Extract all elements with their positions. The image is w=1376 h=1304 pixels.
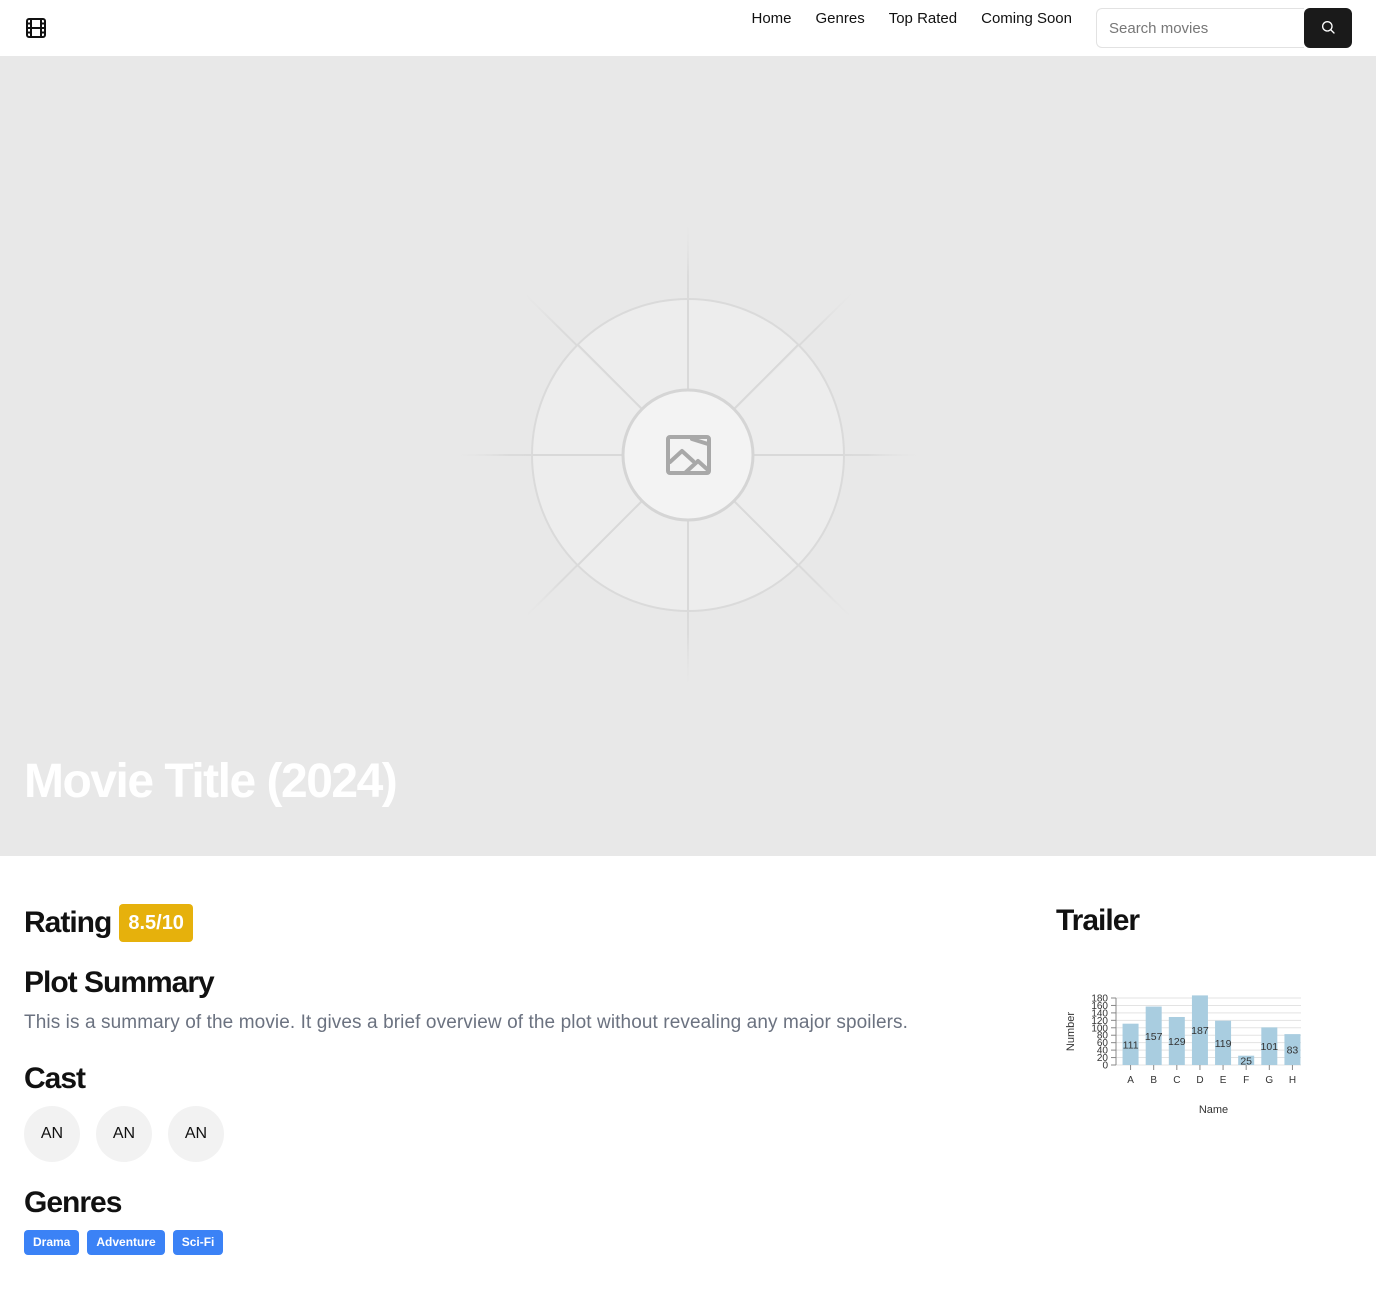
search-form (1096, 8, 1352, 48)
cast-avatar[interactable]: AN (168, 1106, 224, 1162)
bar-value-label: 101 (1261, 1041, 1279, 1053)
cast-avatar[interactable]: AN (24, 1106, 80, 1162)
x-tick-label: F (1243, 1075, 1249, 1086)
y-tick-label: 180 (1091, 994, 1108, 1005)
bar-chart-svg: 020406080100120140160180111A157B129C187D… (1065, 994, 1301, 1116)
bar-value-label: 157 (1145, 1031, 1163, 1043)
trailer-bar-chart: 0 20 40 60 80 100 120 140 160 180 111 A 157 B 129 C 187 D… (1056, 988, 1316, 1128)
trailer-heading: Trailer (1056, 904, 1140, 937)
genres-heading: Genres (24, 1186, 122, 1219)
x-tick-label: E (1220, 1075, 1227, 1086)
main-nav: Home Genres Top Rated Coming Soon (752, 8, 1073, 28)
plot-summary-heading: Plot Summary (24, 966, 215, 999)
cast-list: AN AN AN (24, 1106, 224, 1162)
genre-chip-drama[interactable]: Drama (24, 1230, 80, 1255)
x-tick-label: D (1196, 1075, 1203, 1086)
x-axis-label: Name (1199, 1104, 1228, 1116)
nav-genres-link[interactable]: Genres (816, 10, 865, 27)
top-navbar: Home Genres Top Rated Coming Soon (0, 0, 1376, 56)
y-axis-label: Number (1065, 1012, 1077, 1051)
genre-list: Drama Adventure Sci-Fi (24, 1230, 224, 1255)
search-icon (1320, 19, 1336, 38)
image-placeholder (460, 226, 916, 684)
x-tick-label: G (1265, 1075, 1273, 1086)
x-tick-label: B (1150, 1075, 1157, 1086)
cast-heading: Cast (24, 1062, 86, 1095)
x-tick-label: A (1127, 1075, 1134, 1086)
genre-chip-sci-fi[interactable]: Sci-Fi (172, 1230, 224, 1255)
search-button[interactable] (1304, 8, 1352, 48)
rating-heading: Rating (24, 906, 112, 939)
genre-chip-adventure[interactable]: Adventure (87, 1230, 165, 1255)
cast-avatar[interactable]: AN (96, 1106, 152, 1162)
plot-summary-text: This is a summary of the movie. It gives… (24, 1012, 909, 1033)
hero-banner: Movie Title (2024) (0, 56, 1376, 856)
movie-title: Movie Title (2024) (24, 755, 398, 808)
bar-value-label: 119 (1215, 1038, 1232, 1050)
bar-value-label: 83 (1287, 1045, 1299, 1057)
x-tick-label: H (1289, 1075, 1296, 1086)
rating-badge: 8.5/10 (119, 904, 193, 942)
film-icon[interactable] (24, 16, 48, 40)
bar-value-label: 129 (1168, 1036, 1186, 1048)
x-tick-label: C (1173, 1075, 1180, 1086)
bar-value-label: 187 (1191, 1025, 1209, 1037)
bar-value-label: 111 (1123, 1039, 1139, 1051)
nav-coming-soon-link[interactable]: Coming Soon (981, 10, 1072, 27)
movie-details: Rating 8.5/10 Plot Summary This is a sum… (0, 856, 1376, 1304)
rating-section: Rating 8.5/10 (24, 904, 193, 942)
search-input[interactable] (1096, 8, 1304, 48)
nav-home-link[interactable]: Home (752, 10, 792, 27)
nav-top-rated-link[interactable]: Top Rated (889, 10, 957, 27)
